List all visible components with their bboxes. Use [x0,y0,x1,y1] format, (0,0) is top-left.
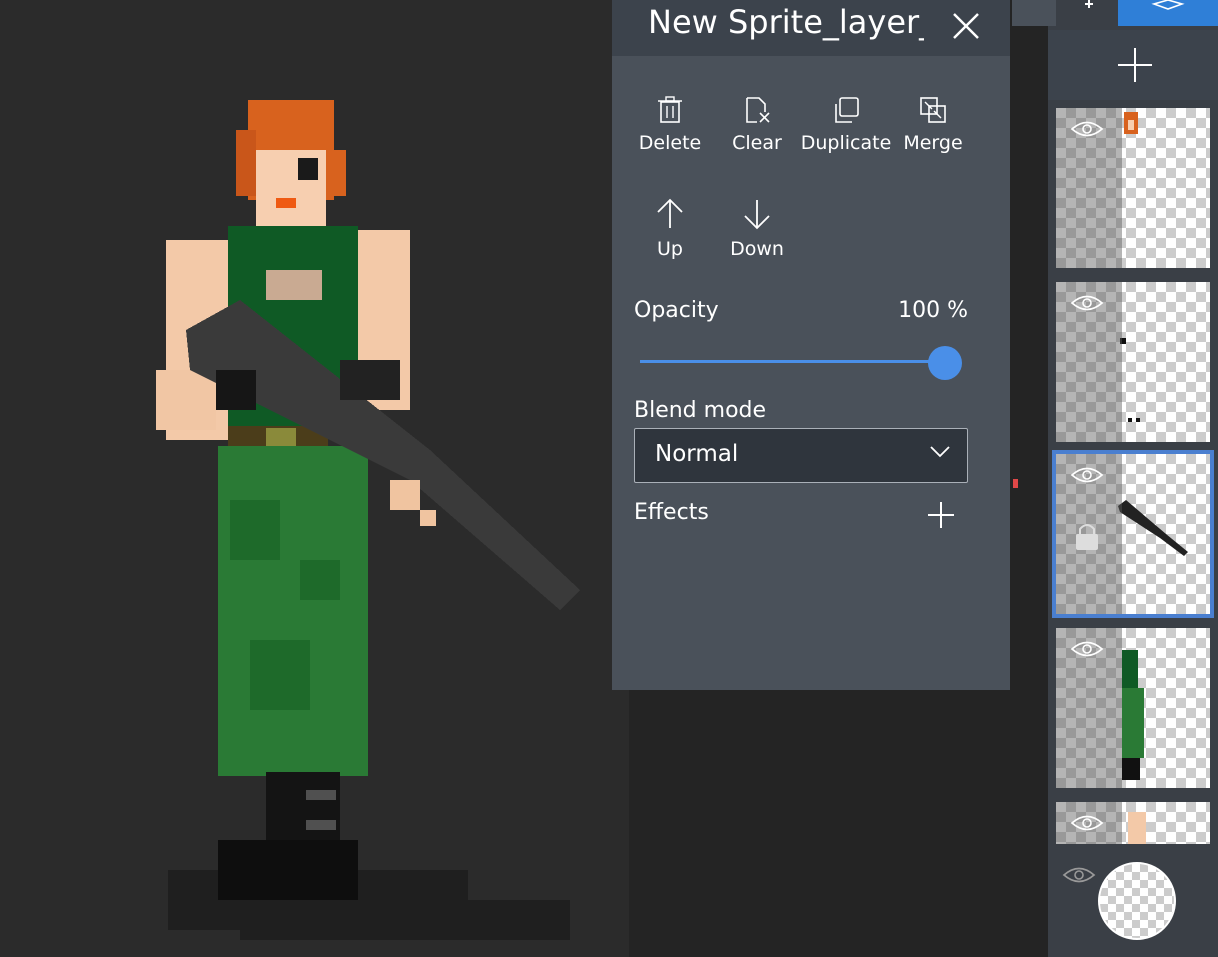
tab-tool[interactable] [1012,0,1056,26]
delete-button[interactable]: Delete [622,96,718,154]
opacity-value: 100 % [898,298,968,323]
duplicate-button[interactable]: Duplicate [798,96,894,154]
clear-button[interactable]: Clear [709,96,805,154]
arrow-up-icon [657,198,683,228]
tab-layers[interactable] [1118,0,1218,26]
close-icon [953,13,979,39]
plus-icon [928,502,954,528]
lock-icon[interactable] [1072,520,1102,552]
trash-icon [658,96,682,123]
duplicate-icon [835,97,859,123]
layer-item-body[interactable] [1056,802,1210,844]
opacity-slider[interactable] [640,344,960,380]
eye-icon[interactable] [1070,118,1104,140]
layers-panel [1012,0,1218,957]
plus-icon [1118,48,1152,82]
slider-thumb[interactable] [928,346,962,380]
panel-tabs [1012,0,1218,26]
clear-icon [746,97,770,123]
layers-icon [1151,0,1185,10]
blend-mode-value: Normal [655,441,739,467]
eye-icon[interactable] [1070,292,1104,314]
arrow-down-icon [744,200,770,230]
move-down-button[interactable]: Down [709,198,805,260]
slider-track[interactable] [640,360,940,363]
layer-item-gun[interactable] [1052,450,1214,618]
effects-label: Effects [634,500,709,525]
add-layer-button[interactable] [1048,30,1218,100]
merge-button[interactable]: Merge [885,96,981,154]
eye-icon[interactable] [1062,864,1096,886]
layer-item-clothes[interactable] [1056,628,1210,788]
merge-icon [920,97,946,123]
eye-icon[interactable] [1070,638,1104,660]
layer-item-details[interactable] [1056,282,1210,442]
sprite-artwork [156,100,580,940]
layer-item-hair[interactable] [1056,108,1210,268]
plus-icon [1085,0,1093,8]
up-label: Up [657,238,683,260]
add-effect-button[interactable] [926,500,956,530]
blend-mode-dropdown[interactable]: Normal [634,428,968,483]
close-button[interactable] [946,6,986,46]
delete-label: Delete [638,132,702,154]
merge-label: Merge [903,132,963,154]
layer-name-title[interactable]: New Sprite_layer_( [648,2,924,42]
layer-properties-panel: New Sprite_layer_( Delete Clear Duplicat… [612,0,1010,690]
panel-header: New Sprite_layer_( [612,0,1010,56]
duplicate-label: Duplicate [800,132,892,154]
clear-label: Clear [732,132,782,154]
edge-marker [1013,479,1018,488]
move-up-button[interactable]: Up [622,198,718,260]
down-label: Down [730,238,784,260]
background-layer-preview[interactable] [1098,862,1176,940]
chevron-down-icon [930,446,950,458]
tab-add[interactable] [1062,0,1116,26]
eye-icon[interactable] [1070,812,1104,834]
layers-footer [1048,846,1218,957]
opacity-label: Opacity [634,298,719,323]
blend-mode-label: Blend mode [634,398,767,423]
eye-icon[interactable] [1070,464,1104,486]
